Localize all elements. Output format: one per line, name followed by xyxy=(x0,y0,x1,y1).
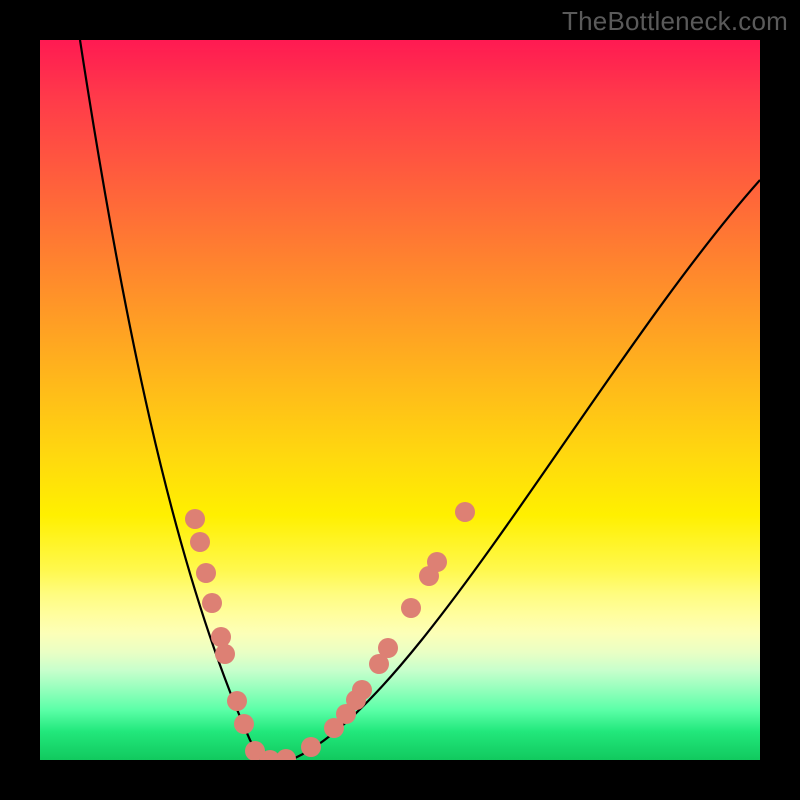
curve-marker xyxy=(215,644,235,664)
marker-group xyxy=(185,502,475,760)
bottleneck-curve xyxy=(80,40,760,760)
curve-marker xyxy=(401,598,421,618)
plot-area xyxy=(40,40,760,760)
curve-marker xyxy=(352,680,372,700)
curve-marker xyxy=(202,593,222,613)
curve-marker xyxy=(234,714,254,734)
curve-marker xyxy=(427,552,447,572)
curve-marker xyxy=(190,532,210,552)
curve-marker xyxy=(196,563,216,583)
outer-frame: TheBottleneck.com xyxy=(0,0,800,800)
curve-marker xyxy=(227,691,247,711)
curve-marker xyxy=(378,638,398,658)
curve-marker xyxy=(185,509,205,529)
curve-marker xyxy=(276,749,296,760)
watermark-text: TheBottleneck.com xyxy=(562,6,788,37)
chart-svg xyxy=(40,40,760,760)
curve-marker xyxy=(301,737,321,757)
curve-marker xyxy=(211,627,231,647)
curve-marker xyxy=(455,502,475,522)
